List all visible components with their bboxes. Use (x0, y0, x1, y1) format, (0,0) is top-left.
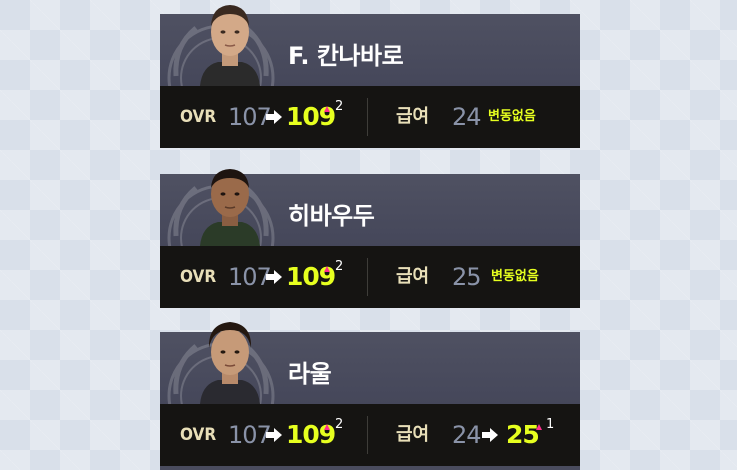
ovr-delta: 2 (335, 417, 344, 432)
ovr-label: OVR (180, 267, 217, 287)
divider (367, 416, 368, 454)
pay-new-value: 25 (506, 420, 540, 449)
player-card-header: F. 칸나바로 (160, 5, 580, 86)
player-name: F. 칸나바로 (288, 42, 404, 70)
triangle-up-icon (324, 424, 330, 430)
arrow-right-icon (266, 404, 282, 466)
pay-label: 급여 (396, 106, 430, 127)
player-card-header: 라울 (160, 322, 580, 404)
player-card-header: 히바우두 (160, 169, 580, 246)
ovr-new-value: 109 (286, 102, 336, 131)
player-card: F. 칸나바로 OVR 107 109 2 급여 24 변동없음 (160, 5, 580, 148)
divider (367, 258, 368, 296)
player-name: 히바우두 (288, 202, 375, 230)
triangle-up-icon (536, 424, 542, 430)
ovr-new-value: 109 (286, 262, 336, 291)
player-stats-bar: OVR 107 109 2 급여 25 변동없음 (160, 246, 580, 308)
pay-label: 급여 (396, 266, 430, 287)
pay-old-value: 25 (452, 263, 482, 291)
triangle-up-icon (324, 266, 330, 272)
player-name: 라울 (288, 360, 332, 388)
arrow-right-icon (266, 246, 282, 308)
player-card: 라울 OVR 107 109 2 급여 24 25 1 (160, 322, 580, 466)
pay-old-value: 24 (452, 421, 482, 449)
player-card: 히바우두 OVR 107 109 2 급여 25 변동없음 (160, 169, 580, 308)
divider (367, 98, 368, 136)
ovr-delta: 2 (335, 99, 344, 114)
ovr-label: OVR (180, 107, 217, 127)
ovr-old-value: 107 (228, 103, 272, 131)
player-portrait (198, 316, 262, 404)
player-stats-bar: OVR 107 109 2 급여 24 25 1 (160, 404, 580, 466)
pay-status: 변동없음 (491, 269, 539, 284)
pay-status: 변동없음 (488, 109, 536, 124)
ovr-old-value: 107 (228, 421, 272, 449)
ovr-label: OVR (180, 425, 217, 445)
arrow-right-icon (482, 404, 498, 466)
arrow-right-icon (266, 86, 282, 148)
pay-delta: 1 (546, 417, 555, 432)
player-portrait (198, 158, 262, 246)
ovr-old-value: 107 (228, 263, 272, 291)
triangle-up-icon (324, 106, 330, 112)
player-portrait (198, 0, 262, 86)
pay-label: 급여 (396, 424, 430, 445)
player-stats-bar: OVR 107 109 2 급여 24 변동없음 (160, 86, 580, 148)
player-card-partial (160, 466, 580, 470)
pay-old-value: 24 (452, 103, 482, 131)
ovr-delta: 2 (335, 259, 344, 274)
ovr-new-value: 109 (286, 420, 336, 449)
